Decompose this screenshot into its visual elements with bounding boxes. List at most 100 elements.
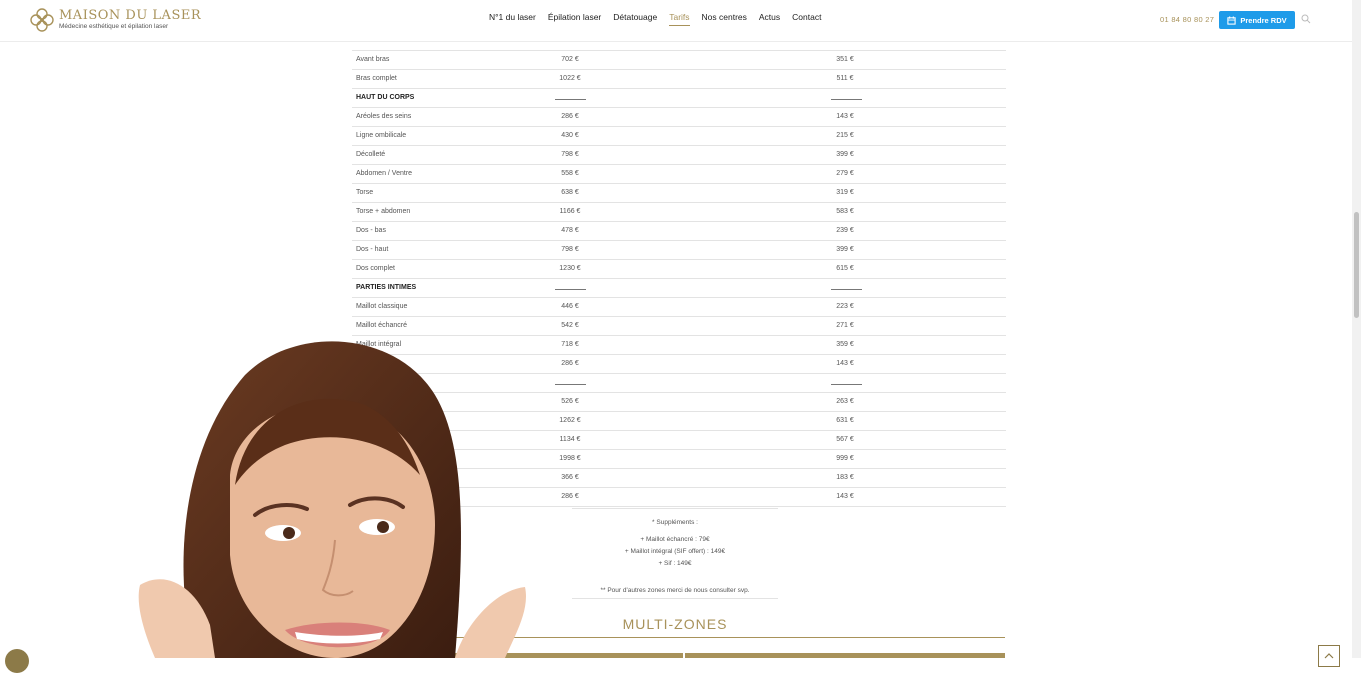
price-placeholder-dash <box>831 289 862 290</box>
site-logo[interactable]: MAISON DU LASER Médecine esthétique et é… <box>30 8 201 32</box>
table-category-row: PARTIES INTIMES <box>352 279 1006 298</box>
zone-label: Ligne ombilicale <box>356 132 407 139</box>
nav-item-contact[interactable]: Contact <box>792 12 821 26</box>
table-row: Dos complet 1230 € 615 € <box>352 260 1006 279</box>
zone-label: Abdomen / Ventre <box>356 170 413 177</box>
main-nav: N°1 du laser Épilation laser Détatouage … <box>489 12 833 26</box>
price-reduced: 567 € <box>836 436 854 443</box>
logo-tagline: Médecine esthétique et épilation laser <box>59 23 169 31</box>
zone-label: Dos - haut <box>356 246 389 253</box>
price-reduced: 223 € <box>836 303 854 310</box>
nav-item-tarifs[interactable]: Tarifs <box>669 12 690 26</box>
zone-label: Torse + abdomen <box>356 208 411 215</box>
table-row: Dos - bas 478 € 239 € <box>352 222 1006 241</box>
price-reduced: 279 € <box>836 170 854 177</box>
price-reduced: 583 € <box>836 208 854 215</box>
nav-item-nos-centres[interactable]: Nos centres <box>702 12 747 26</box>
prendre-rdv-label: Prendre RDV <box>1240 15 1287 25</box>
phone-number[interactable]: 01 84 80 80 27 <box>1160 15 1214 24</box>
price-full: 1998 € <box>559 455 581 462</box>
price-placeholder-dash <box>555 99 586 100</box>
price-full: 446 € <box>561 303 579 310</box>
price-reduced: 239 € <box>836 227 854 234</box>
price-full: 702 € <box>561 56 579 63</box>
supplement-line: + Maillot échancré : 79€ <box>640 536 710 543</box>
multizones-title: MULTI-ZONES <box>622 616 728 632</box>
price-reduced: 351 € <box>836 56 854 63</box>
nav-item-detatouage[interactable]: Détatouage <box>613 12 657 26</box>
price-reduced: 359 € <box>836 341 854 348</box>
price-full: 1134 € <box>559 436 581 443</box>
price-reduced: 215 € <box>836 132 854 139</box>
table-row: Bras complet 1022 € 511 € <box>352 70 1006 89</box>
price-full: 478 € <box>561 227 579 234</box>
zone-label: Maillot échancré <box>356 322 407 329</box>
nav-item-n1-du-laser[interactable]: N°1 du laser <box>489 12 536 26</box>
price-reduced: 999 € <box>836 455 854 462</box>
price-placeholder-dash <box>555 384 586 385</box>
other-zones-note: ** Pour d'autres zones merci de nous con… <box>600 587 750 594</box>
price-full: 526 € <box>561 398 579 405</box>
table-row: Maillot classique 446 € 223 € <box>352 298 1006 317</box>
price-placeholder-dash <box>555 289 586 290</box>
price-placeholder-dash <box>831 384 862 385</box>
category-label: PARTIES INTIMES <box>356 284 417 291</box>
price-reduced: 143 € <box>836 113 854 120</box>
chat-icon[interactable] <box>5 649 29 673</box>
woman-portrait-image <box>138 341 526 658</box>
back-to-top-icon[interactable] <box>1318 645 1340 667</box>
category-label: HAUT DU CORPS <box>356 94 415 101</box>
price-full: 430 € <box>561 132 579 139</box>
nav-item-actus[interactable]: Actus <box>759 12 780 26</box>
price-full: 1166 € <box>559 208 581 215</box>
price-full: 1230 € <box>559 265 581 272</box>
price-full: 286 € <box>561 360 579 367</box>
price-full: 798 € <box>561 151 579 158</box>
search-icon[interactable] <box>1301 14 1311 24</box>
price-full: 1262 € <box>559 417 581 424</box>
price-full: 638 € <box>561 189 579 196</box>
table-row: Torse + abdomen 1166 € 583 € <box>352 203 1006 222</box>
price-full: 286 € <box>561 113 579 120</box>
site-header: MAISON DU LASER Médecine esthétique et é… <box>0 0 1352 42</box>
zone-label: Dos complet <box>356 265 395 272</box>
zone-label: Aréoles des seins <box>356 113 412 120</box>
notes-divider-top <box>572 508 778 509</box>
page-scrollbar[interactable] <box>1352 0 1361 658</box>
zone-label: Dos - bas <box>356 227 386 234</box>
price-reduced: 399 € <box>836 246 854 253</box>
table-row: Dos - haut 798 € 399 € <box>352 241 1006 260</box>
price-reduced: 615 € <box>836 265 854 272</box>
price-reduced: 183 € <box>836 474 854 481</box>
price-full: 718 € <box>561 341 579 348</box>
price-reduced: 631 € <box>836 417 854 424</box>
price-reduced: 399 € <box>836 151 854 158</box>
logo-name: MAISON DU LASER <box>59 8 202 24</box>
scrollbar-thumb[interactable] <box>1354 212 1359 318</box>
notes-divider-bottom <box>572 598 778 599</box>
zone-label: Maillot classique <box>356 303 408 310</box>
nav-item-epilation-laser[interactable]: Épilation laser <box>548 12 601 26</box>
zone-label: Décolleté <box>356 151 386 158</box>
price-reduced: 143 € <box>836 360 854 367</box>
prendre-rdv-button[interactable]: Prendre RDV <box>1219 11 1295 29</box>
multizones-table-header <box>685 653 1005 658</box>
price-full: 286 € <box>561 493 579 500</box>
price-reduced: 271 € <box>836 322 854 329</box>
logo-icon <box>30 8 54 32</box>
supplement-line: + Sif : 149€ <box>658 560 692 567</box>
supplements-title: * Suppléments : <box>652 519 698 526</box>
zone-label: Bras complet <box>356 75 397 82</box>
calendar-icon <box>1227 15 1236 25</box>
price-full: 542 € <box>561 322 579 329</box>
table-category-row: HAUT DU CORPS <box>352 89 1006 108</box>
zone-label: Torse <box>356 189 374 196</box>
supplement-line: + Maillot intégral (SIF offert) : 149€ <box>624 548 726 555</box>
table-row: Ligne ombilicale 430 € 215 € <box>352 127 1006 146</box>
table-row: Avant bras 702 € 351 € <box>352 51 1006 70</box>
price-reduced: 319 € <box>836 189 854 196</box>
table-row: Torse 638 € 319 € <box>352 184 1006 203</box>
price-full: 798 € <box>561 246 579 253</box>
price-full: 1022 € <box>559 75 581 82</box>
table-row: Aréoles des seins 286 € 143 € <box>352 108 1006 127</box>
